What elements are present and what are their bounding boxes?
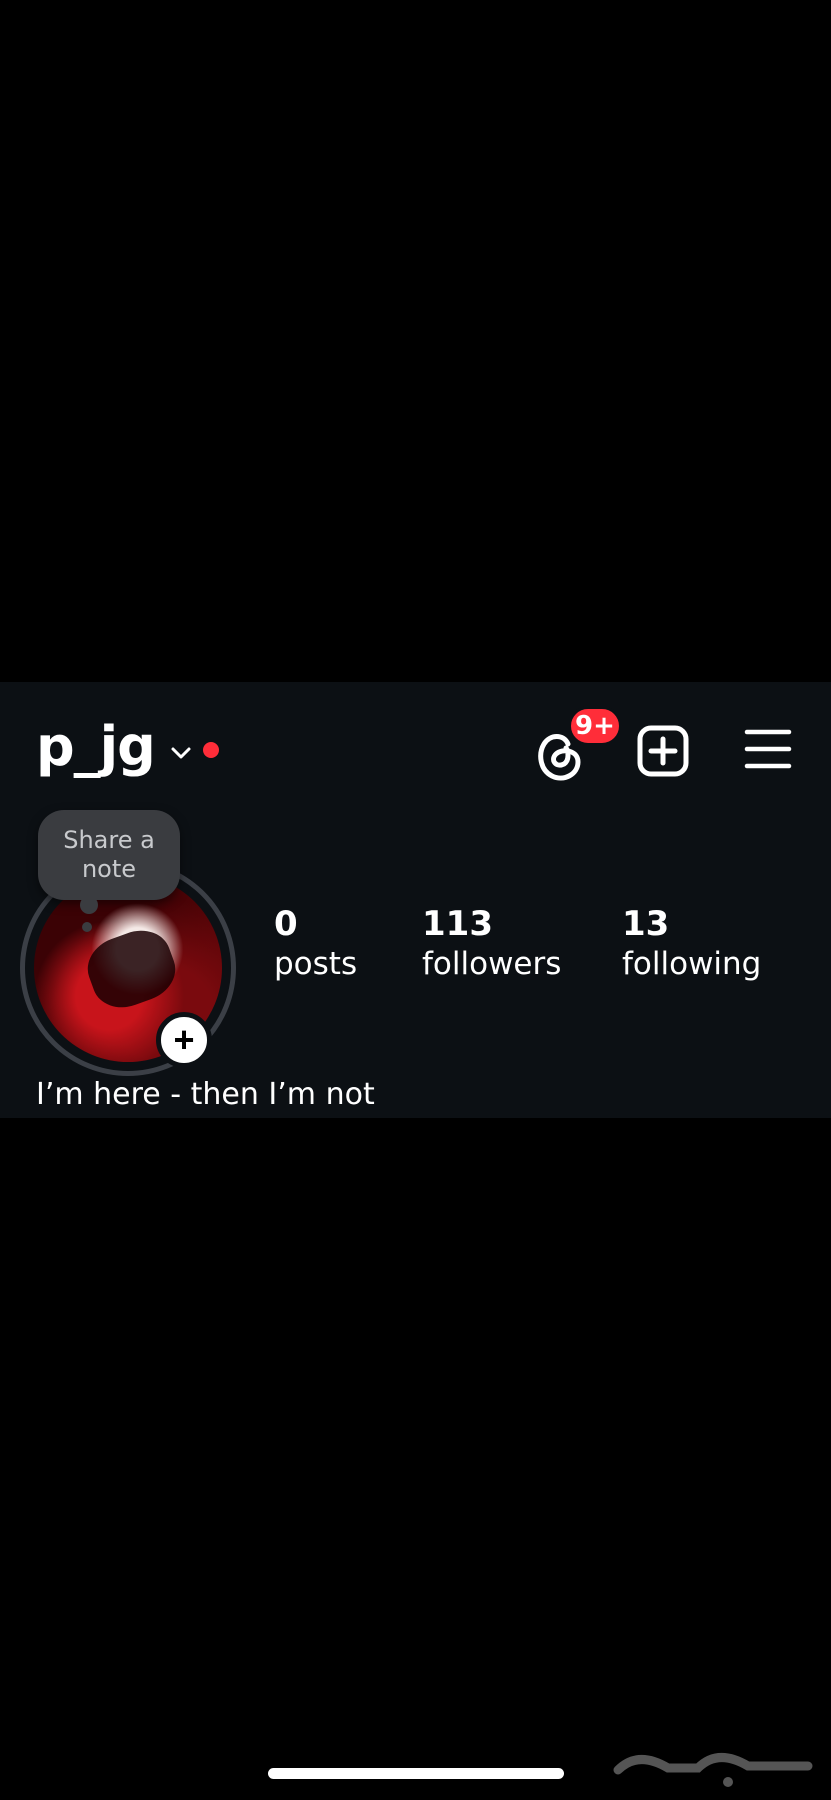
profile-header: p_jg 9+ bbox=[0, 682, 831, 812]
username[interactable]: p_jg bbox=[36, 720, 156, 774]
menu-icon[interactable] bbox=[744, 726, 792, 772]
add-story-button[interactable]: + bbox=[156, 1012, 212, 1068]
avatar-image-detail bbox=[79, 921, 184, 1017]
stat-label: following bbox=[622, 946, 762, 982]
note-bubble-tail bbox=[80, 896, 98, 914]
stat-label: posts bbox=[274, 946, 358, 982]
note-bubble-tail-small bbox=[82, 922, 92, 932]
create-post-icon[interactable] bbox=[636, 724, 690, 778]
stat-followers[interactable]: 113 followers bbox=[422, 904, 561, 984]
profile-bio: I’m here - then I’m not bbox=[36, 1077, 375, 1112]
watermark-logo bbox=[613, 1753, 813, 1787]
chevron-down-icon[interactable] bbox=[168, 740, 194, 766]
share-note-button[interactable]: Share a note bbox=[38, 810, 180, 900]
profile-panel: p_jg 9+ + Share a note 0 posts 113 follo… bbox=[0, 682, 831, 1118]
stat-number: 13 bbox=[622, 904, 670, 944]
notification-dot bbox=[203, 742, 219, 758]
stat-number: 113 bbox=[422, 904, 493, 944]
notification-badge: 9+ bbox=[568, 706, 622, 746]
stat-following[interactable]: 13 following bbox=[622, 904, 761, 984]
stat-label: followers bbox=[422, 946, 562, 982]
stat-number: 0 bbox=[274, 904, 298, 944]
stat-posts[interactable]: 0 posts bbox=[274, 904, 357, 984]
home-indicator[interactable] bbox=[268, 1768, 564, 1779]
